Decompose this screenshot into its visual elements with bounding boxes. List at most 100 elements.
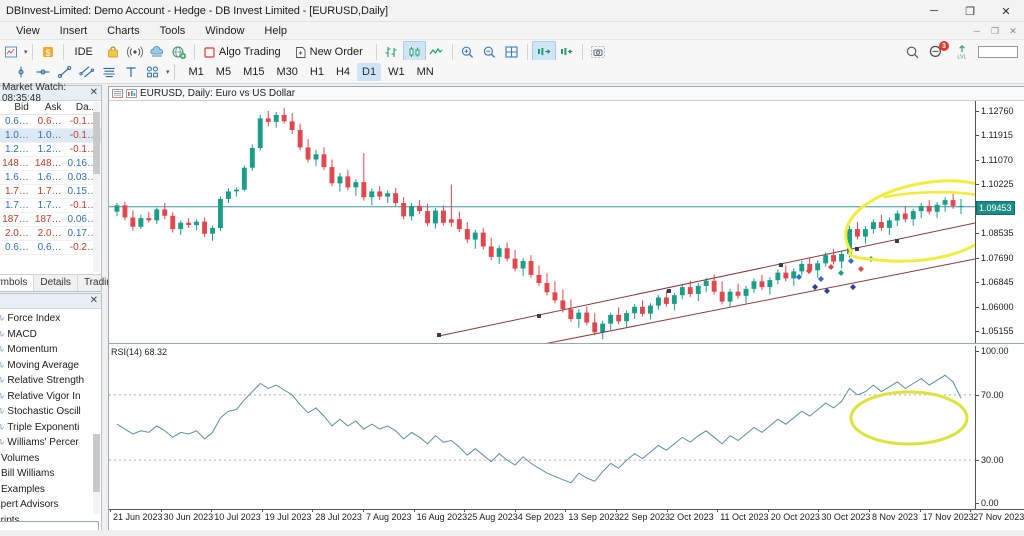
navigator-item-label: Momentum bbox=[7, 344, 58, 356]
table-row[interactable]: …0.6…0.6…-0.2… bbox=[0, 240, 101, 255]
time-tick-label: 30 Jun 2023 bbox=[160, 509, 214, 522]
tab-details[interactable]: Details bbox=[34, 275, 78, 291]
child-close-button[interactable]: ✕ bbox=[1004, 23, 1022, 39]
table-row[interactable]: 1.7… 1.7… 0.15… bbox=[0, 184, 101, 199]
table-row[interactable]: …0.6…0.6…-0.1… bbox=[0, 114, 101, 129]
close-button[interactable]: ✕ bbox=[988, 0, 1024, 22]
text-label-icon[interactable] bbox=[120, 61, 142, 83]
time-tick-label: 11 Oct 2023 bbox=[717, 509, 769, 522]
new-order-page-icon bbox=[294, 46, 307, 59]
navigator-scrollbar[interactable] bbox=[93, 434, 100, 514]
window-titlebar: DBInvest-Limited: Demo Account - Hedge -… bbox=[0, 0, 1024, 22]
timeframe-d1[interactable]: D1 bbox=[357, 62, 382, 81]
chart-indicator-icon[interactable] bbox=[126, 89, 137, 98]
navigator-item-volumes[interactable]: Volumes bbox=[0, 451, 101, 467]
child-minimize-button[interactable]: ─ bbox=[968, 23, 986, 39]
navigator-item-relative-vigor-in[interactable]: –∿Relative Vigor In bbox=[0, 389, 101, 405]
table-row[interactable]: …187…187…0.06… bbox=[0, 212, 101, 227]
navigator-item-relative-strength[interactable]: –∿Relative Strength bbox=[0, 373, 101, 389]
crosshair-icon[interactable] bbox=[32, 61, 54, 83]
minimize-button[interactable]: ─ bbox=[916, 0, 952, 22]
table-row[interactable]: Y148…148…0.16… bbox=[0, 156, 101, 171]
indicator-icon: ∿ bbox=[0, 375, 4, 386]
timeframe-h1[interactable]: H1 bbox=[305, 63, 329, 81]
table-row[interactable]: 1.6… 1.6… 0.03… bbox=[0, 170, 101, 185]
indicator-icon: ∿ bbox=[0, 391, 4, 402]
price-tick-label: 1.10225 bbox=[976, 179, 1014, 189]
chart-new-caret[interactable]: ▾ bbox=[24, 48, 28, 56]
price-axis[interactable]: 1.127601.119151.110701.102251.093801.085… bbox=[975, 101, 1024, 343]
trendline-icon[interactable] bbox=[54, 61, 76, 83]
shapes-icon[interactable] bbox=[142, 61, 164, 83]
cell-ask: 2.0… bbox=[32, 226, 66, 241]
cell-ask: 1.7… bbox=[32, 198, 66, 213]
new-order-button[interactable]: New Order bbox=[290, 42, 372, 62]
window-controls: ─ ❐ ✕ bbox=[916, 0, 1024, 22]
indicator-icon: ∿ bbox=[0, 360, 4, 371]
menu-item-help[interactable]: Help bbox=[254, 25, 297, 37]
navigator-item-examples[interactable]: Examples bbox=[0, 482, 101, 498]
price-pane[interactable] bbox=[109, 101, 975, 343]
scrollbar-thumb[interactable] bbox=[93, 434, 100, 492]
ide-button[interactable]: IDE bbox=[68, 42, 102, 62]
cell-bid: 2.0… bbox=[0, 226, 33, 241]
table-row[interactable]: D1.0…1.0…-0.1… bbox=[0, 128, 101, 143]
crosshair-cursor-icon[interactable] bbox=[10, 61, 32, 83]
timeframe-group: M1 M5 M15 M30 H1 H4 D1 W1 MN bbox=[183, 62, 440, 81]
notifications-icon[interactable]: 3 bbox=[928, 41, 949, 61]
menu-item-insert[interactable]: Insert bbox=[50, 25, 98, 37]
navigator-item-label: Expert Advisors bbox=[0, 499, 59, 511]
chart-properties-icon[interactable] bbox=[112, 89, 123, 98]
navigator-item-stochastic-oscill[interactable]: –∿Stochastic Oscill bbox=[0, 404, 101, 420]
timeframe-m1[interactable]: M1 bbox=[184, 63, 209, 81]
tab-symbols[interactable]: Symbols bbox=[0, 275, 35, 291]
equidistant-channel-icon[interactable] bbox=[76, 61, 98, 83]
timeframe-m5[interactable]: M5 bbox=[211, 63, 236, 81]
current-price-tag: 1.09453 bbox=[976, 200, 1015, 215]
rsi-pane[interactable]: RSI(14) 68.32 bbox=[109, 346, 975, 509]
notifications-count: 3 bbox=[939, 41, 949, 51]
time-tick-label: 21 Jun 2023 bbox=[110, 509, 163, 522]
timeframe-m15[interactable]: M15 bbox=[238, 63, 269, 81]
menu-item-charts[interactable]: Charts bbox=[97, 25, 149, 37]
scrollbar-thumb[interactable] bbox=[93, 112, 100, 174]
navigator-tree: –∿Force Index–∿MACD–∿Momentum–∿Moving Av… bbox=[0, 309, 101, 536]
fibonacci-icon[interactable] bbox=[98, 61, 120, 83]
timeframe-h4[interactable]: H4 bbox=[331, 63, 355, 81]
menu-item-window[interactable]: Window bbox=[195, 25, 254, 37]
algo-trading-button[interactable]: Algo Trading bbox=[199, 42, 290, 62]
rsi-axis[interactable]: 100.00 70.00 30.00 0.00 bbox=[975, 346, 1024, 509]
maximize-button[interactable]: ❐ bbox=[952, 0, 988, 22]
menu-item-view[interactable]: View bbox=[6, 25, 50, 37]
timeframe-w1[interactable]: W1 bbox=[383, 63, 410, 81]
table-row[interactable]: 2.0… 2.0… 0.17… bbox=[0, 226, 101, 241]
time-tick-label: 4 Sep 2023 bbox=[514, 509, 564, 522]
timeframe-m30[interactable]: M30 bbox=[271, 63, 302, 81]
table-row[interactable]: 1.7… 1.7… -0.1… bbox=[0, 198, 101, 213]
toolbar-separator bbox=[375, 44, 377, 60]
child-restore-button[interactable]: ❐ bbox=[986, 23, 1004, 39]
price-tick-label: 1.08535 bbox=[976, 228, 1014, 238]
lvl-meter-icon: LVL bbox=[954, 44, 970, 60]
indicator-icon: ∿ bbox=[0, 437, 4, 448]
navigator-item-momentum[interactable]: –∿Momentum bbox=[0, 342, 101, 358]
navigator-item-bill-williams[interactable]: Bill Williams bbox=[0, 466, 101, 482]
navigator-item-moving-average[interactable]: –∿Moving Average bbox=[0, 358, 101, 374]
market-watch-close-icon[interactable]: ✕ bbox=[90, 87, 98, 99]
indicator-icon: ∿ bbox=[0, 313, 4, 324]
navigator-close-icon[interactable]: ✕ bbox=[90, 295, 98, 307]
navigator-item-expert-advisors[interactable]: Expert Advisors bbox=[0, 497, 101, 513]
navigator-item-macd[interactable]: –∿MACD bbox=[0, 327, 101, 343]
table-row[interactable]: D1.2…1.2…-0.1… bbox=[0, 142, 101, 157]
shapes-caret[interactable]: ▾ bbox=[166, 68, 170, 76]
navigator-item-triple-exponenti[interactable]: –∿Triple Exponenti bbox=[0, 420, 101, 436]
navigator-item-force-index[interactable]: –∿Force Index bbox=[0, 311, 101, 327]
cell-bid: 187… bbox=[0, 212, 33, 227]
timeframe-mn[interactable]: MN bbox=[412, 63, 439, 81]
menu-item-tools[interactable]: Tools bbox=[150, 25, 196, 37]
window-footer bbox=[0, 530, 1024, 536]
navigator-item-williams-percer[interactable]: –∿Williams' Percer bbox=[0, 435, 101, 451]
market-watch-scrollbar[interactable] bbox=[93, 102, 100, 272]
toolbar-separator bbox=[451, 44, 453, 60]
search-icon[interactable] bbox=[905, 45, 920, 60]
